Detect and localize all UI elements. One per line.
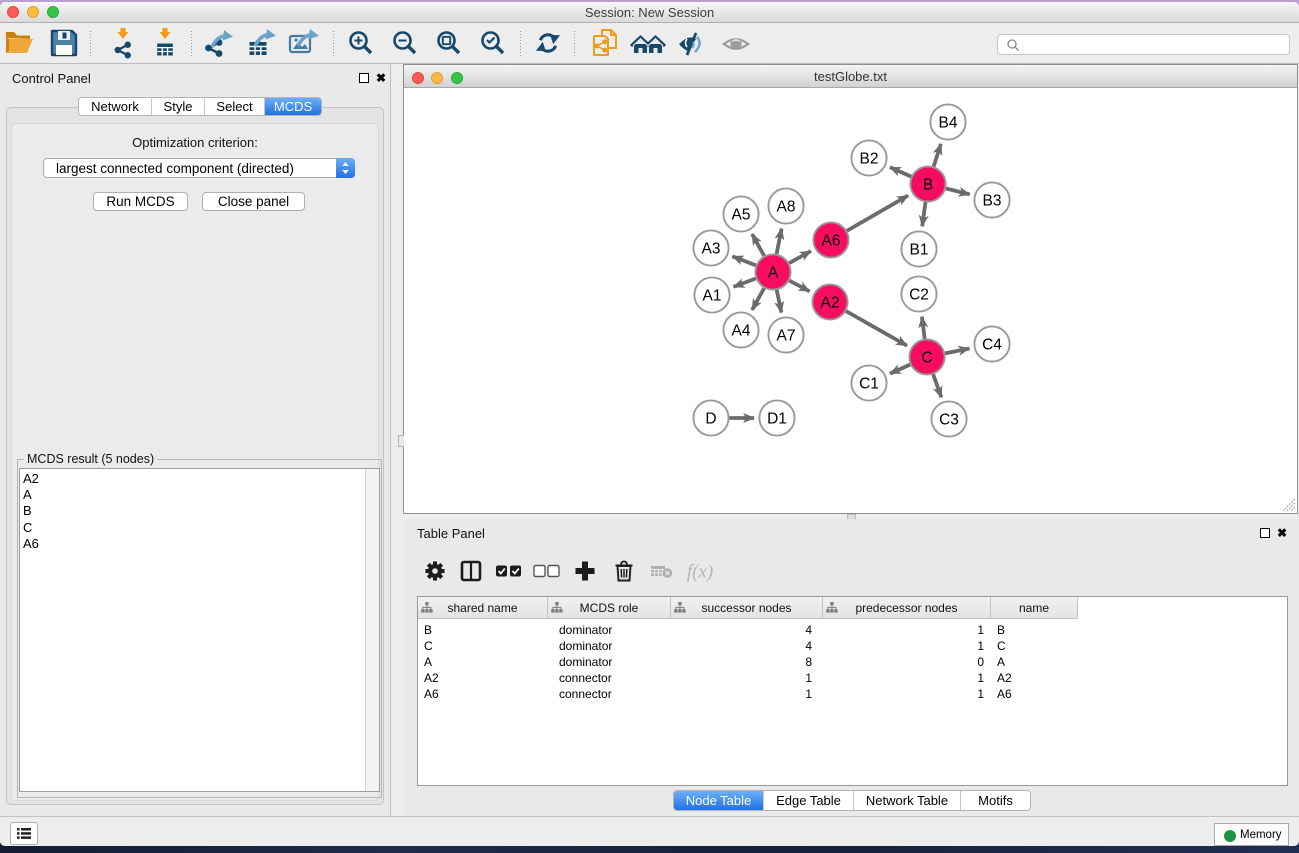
svg-text:B4: B4 xyxy=(939,115,958,132)
svg-text:B1: B1 xyxy=(910,242,929,259)
svg-text:A6: A6 xyxy=(822,233,841,250)
svg-text:C: C xyxy=(921,350,932,367)
svg-text:A8: A8 xyxy=(777,199,796,216)
svg-text:C1: C1 xyxy=(859,376,879,393)
svg-text:B2: B2 xyxy=(860,151,879,168)
svg-text:B: B xyxy=(923,177,933,194)
svg-text:D: D xyxy=(705,411,716,428)
svg-text:A: A xyxy=(768,265,779,282)
svg-text:B3: B3 xyxy=(983,193,1002,210)
svg-text:C4: C4 xyxy=(982,337,1002,354)
svg-text:D1: D1 xyxy=(767,411,787,428)
svg-text:A4: A4 xyxy=(732,323,751,340)
svg-text:A1: A1 xyxy=(703,288,722,305)
svg-text:C2: C2 xyxy=(909,287,929,304)
svg-text:C3: C3 xyxy=(939,412,959,429)
svg-text:A3: A3 xyxy=(702,241,721,258)
svg-text:A5: A5 xyxy=(732,207,751,224)
svg-text:A7: A7 xyxy=(777,328,796,345)
svg-text:A2: A2 xyxy=(821,295,840,312)
svg-text:f(x): f(x) xyxy=(687,562,713,583)
